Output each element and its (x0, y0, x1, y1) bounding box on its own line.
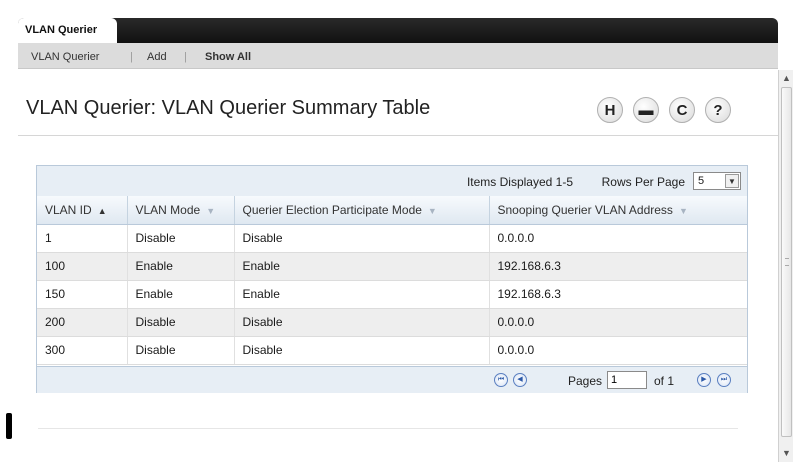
chevron-down-icon[interactable]: ▼ (725, 174, 739, 188)
page-number-input[interactable] (607, 371, 647, 389)
summary-table-panel: Items Displayed 1-5 Rows Per Page 5 ▼ VL… (36, 165, 748, 393)
rows-per-page-select[interactable]: 5 ▼ (693, 172, 741, 190)
sort-ascending-icon[interactable]: ▲ (98, 206, 107, 216)
subnav-separator: | (184, 51, 187, 63)
subnav-show-all[interactable]: Show All (205, 51, 251, 63)
cell-vlan-id: 100 (37, 252, 128, 281)
cell-vlan-id: 200 (37, 308, 128, 337)
table-row[interactable]: 1 Disable Disable 0.0.0.0 (37, 224, 747, 253)
sort-icon[interactable]: ▼ (206, 206, 215, 216)
column-header-vlan-mode[interactable]: VLAN Mode ▼ (127, 196, 235, 225)
vertical-scrollbar[interactable]: ▲ ▼ (778, 70, 793, 462)
pages-label: Pages (568, 374, 603, 388)
cell-snooping-address: 192.168.6.3 (489, 280, 747, 309)
column-header-snooping-address[interactable]: Snooping Querier VLAN Address ▼ (489, 196, 747, 225)
rows-per-page-value: 5 (698, 175, 705, 187)
cell-snooping-address: 0.0.0.0 (489, 336, 747, 365)
column-header-label: Snooping Querier VLAN Address (497, 202, 673, 217)
summary-table: VLAN ID ▲ VLAN Mode ▼ Querier Election Par… (37, 196, 747, 365)
title-divider (18, 135, 778, 136)
print-icon[interactable]: ▬ (633, 97, 659, 123)
cell-vlan-id: 150 (37, 280, 128, 309)
column-header-label: VLAN Mode (135, 202, 201, 217)
scroll-down-icon[interactable]: ▼ (781, 448, 792, 459)
cell-querier-election: Disable (234, 336, 490, 365)
scroll-grip (785, 258, 789, 266)
column-header-vlan-id[interactable]: VLAN ID ▲ (37, 196, 128, 225)
table-row[interactable]: 300 Disable Disable 0.0.0.0 (37, 336, 747, 365)
save-icon[interactable]: H (597, 97, 623, 123)
cell-querier-election: Disable (234, 308, 490, 337)
table-pager: ⏮ ◀ Pages of 1 ▶ ⏭ (37, 366, 747, 393)
help-icon[interactable]: ? (705, 97, 731, 123)
cell-snooping-address: 0.0.0.0 (489, 224, 747, 253)
table-row[interactable]: 100 Enable Enable 192.168.6.3 (37, 252, 747, 281)
sub-navigation: VLAN Querier | Add | Show All (18, 43, 778, 69)
bottom-divider (38, 428, 738, 429)
column-header-label: VLAN ID (45, 202, 92, 217)
cell-querier-election: Enable (234, 280, 490, 309)
last-page-icon[interactable]: ⏭ (717, 373, 731, 387)
subnav-vlan-querier[interactable]: VLAN Querier (31, 51, 99, 63)
cell-vlan-mode: Enable (127, 252, 235, 281)
tab-vlan-querier[interactable]: VLAN Querier (18, 18, 117, 43)
items-displayed-label: Items Displayed 1-5 (466, 175, 573, 189)
cell-vlan-mode: Disable (127, 224, 235, 253)
table-header-row: VLAN ID ▲ VLAN Mode ▼ Querier Election Par… (37, 196, 747, 225)
table-toolbar: Items Displayed 1-5 Rows Per Page 5 ▼ (37, 166, 747, 196)
cell-vlan-mode: Enable (127, 280, 235, 309)
first-page-icon[interactable]: ⏮ (494, 373, 508, 387)
edge-marker (6, 413, 12, 439)
cell-vlan-mode: Disable (127, 308, 235, 337)
rows-per-page-label: Rows Per Page (601, 175, 685, 189)
subnav-add[interactable]: Add (147, 51, 167, 63)
column-header-label: Querier Election Participate Mode (242, 202, 422, 217)
subnav-separator: | (130, 51, 133, 63)
cell-querier-election: Disable (234, 224, 490, 253)
refresh-icon[interactable]: C (669, 97, 695, 123)
cell-querier-election: Enable (234, 252, 490, 281)
cell-vlan-id: 1 (37, 224, 128, 253)
page-count-label: of 1 (654, 374, 675, 388)
previous-page-icon[interactable]: ◀ (513, 373, 527, 387)
column-header-querier-election[interactable]: Querier Election Participate Mode ▼ (234, 196, 490, 225)
page-title: VLAN Querier: VLAN Querier Summary Table (26, 97, 431, 119)
cell-vlan-mode: Disable (127, 336, 235, 365)
table-row[interactable]: 200 Disable Disable 0.0.0.0 (37, 308, 747, 337)
scrollbar-thumb[interactable] (781, 87, 792, 437)
sort-icon[interactable]: ▼ (428, 206, 437, 216)
table-row[interactable]: 150 Enable Enable 192.168.6.3 (37, 280, 747, 309)
cell-vlan-id: 300 (37, 336, 128, 365)
sort-icon[interactable]: ▼ (679, 206, 688, 216)
next-page-icon[interactable]: ▶ (697, 373, 711, 387)
cell-snooping-address: 192.168.6.3 (489, 252, 747, 281)
top-tab-bar (18, 18, 778, 43)
scroll-up-icon[interactable]: ▲ (781, 73, 792, 84)
cell-snooping-address: 0.0.0.0 (489, 308, 747, 337)
